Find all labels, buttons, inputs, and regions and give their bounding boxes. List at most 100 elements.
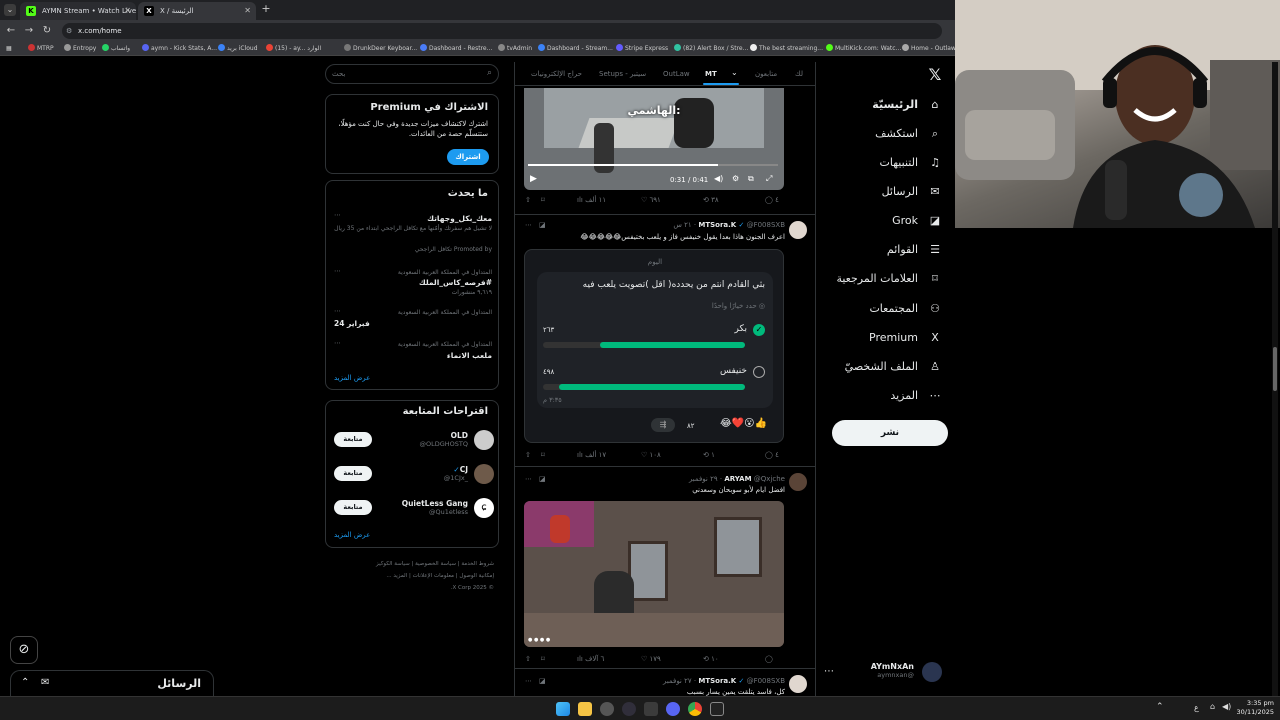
- tab-following[interactable]: متابعون: [755, 70, 777, 78]
- share-icon[interactable]: ⇧: [525, 451, 531, 459]
- nav-item-home[interactable]: الرئيسيّة ⌂: [872, 94, 942, 116]
- retweet-button[interactable]: ⟲ ١: [703, 451, 715, 459]
- author-handle[interactable]: @Qxjche: [754, 475, 785, 483]
- reply-button[interactable]: ◯ ٤: [765, 196, 779, 204]
- forward-icon[interactable]: →: [22, 24, 36, 38]
- app-icon[interactable]: [600, 702, 614, 716]
- chrome-icon[interactable]: [688, 702, 702, 716]
- post-button[interactable]: نشر: [832, 420, 948, 446]
- footer-link[interactable]: المزيد ...: [386, 573, 407, 579]
- follow-button[interactable]: متابعة: [334, 500, 372, 515]
- footer-link[interactable]: سياسة الكوكيز: [376, 561, 410, 567]
- site-info-icon[interactable]: ⚙: [66, 23, 72, 39]
- footer-link[interactable]: إمكانية الوصول: [459, 573, 494, 579]
- bookmark[interactable]: Dashboard - Stream...: [538, 44, 613, 54]
- nav-item-more[interactable]: المزيد ⋯: [890, 385, 942, 407]
- grok-float-button[interactable]: ⊘: [10, 636, 38, 664]
- trend-item[interactable]: ⋯ المتداول في المملكة العربية السعودية ف…: [334, 307, 492, 333]
- chevron-down-icon[interactable]: ⌄: [731, 68, 738, 77]
- more-options-icon[interactable]: ⋯: [334, 211, 341, 219]
- bookmark[interactable]: Home - Outlaw: [902, 44, 956, 54]
- new-tab-button[interactable]: +: [260, 3, 272, 15]
- windows-start-icon[interactable]: [556, 702, 570, 716]
- pip-icon[interactable]: ⧉: [748, 174, 754, 184]
- nav-item-profile[interactable]: الملف الشخصيّ ♙: [845, 356, 942, 378]
- share-icon[interactable]: ⇧: [525, 196, 531, 204]
- cmd-icon[interactable]: [710, 702, 724, 716]
- show-more-link[interactable]: عرض المزيد: [334, 374, 370, 382]
- like-button[interactable]: ♡ ٦٩١: [641, 196, 661, 204]
- reactions[interactable]: 😂❤️😮👍: [720, 418, 767, 429]
- like-button[interactable]: ♡ ١٧٩: [641, 655, 661, 663]
- nav-item-bell[interactable]: التنبيهات ♫: [880, 152, 942, 174]
- retweet-button[interactable]: ⟲ ٣٨: [703, 196, 719, 204]
- apps-icon[interactable]: ▦: [6, 44, 12, 54]
- author-handle[interactable]: @F008SXB: [747, 677, 785, 685]
- tweet-time[interactable]: ٢٧ نوفمبر: [663, 677, 692, 685]
- grok-icon[interactable]: ◪: [539, 221, 546, 229]
- bookmark[interactable]: aymn - Kick Stats, A...: [142, 44, 217, 54]
- bookmark[interactable]: (82) Alert Box / Stre...: [674, 44, 748, 54]
- tweet-time[interactable]: ٢١ س: [673, 221, 691, 229]
- tab-electronics[interactable]: حراج الإلكترونيات: [531, 70, 582, 78]
- follow-suggestion[interactable]: متابعة ɕ QuietLess Gang @Qu1etless: [334, 497, 494, 521]
- bookmark[interactable]: بريد iCloud: [218, 44, 258, 54]
- views-count[interactable]: ılı ١٧ ألف: [577, 451, 606, 459]
- search-input[interactable]: ⌕ بحث: [325, 64, 499, 84]
- nav-item-x-logo[interactable]: Premium X: [869, 327, 942, 349]
- network-icon[interactable]: ⌂: [1210, 702, 1215, 711]
- clock[interactable]: 3:35 pm 30/11/2025: [1234, 699, 1274, 717]
- footer-link[interactable]: معلومات الإعلانات: [413, 573, 454, 579]
- follow-button[interactable]: متابعة: [334, 466, 372, 481]
- video-progress[interactable]: [528, 164, 778, 166]
- show-more-link[interactable]: عرض المزيد: [334, 531, 370, 539]
- bookmark[interactable]: MTRP: [28, 44, 54, 54]
- reply-button[interactable]: ◯: [765, 655, 773, 663]
- video-player[interactable]: ● ● ● ●: [524, 501, 784, 647]
- share-reaction-icon[interactable]: ⇶: [651, 418, 675, 432]
- retweet-button[interactable]: ⟲ ١٠: [703, 655, 719, 663]
- more-options-icon[interactable]: ⋯: [525, 221, 532, 229]
- nav-item-list[interactable]: القوائم ☰: [887, 239, 942, 261]
- nav-item-search[interactable]: استكشف ⌕: [875, 123, 942, 145]
- author-name[interactable]: MTSora.K: [698, 677, 736, 685]
- nav-item-communities[interactable]: المجتمعات ⚇: [869, 298, 942, 320]
- new-message-icon[interactable]: ✉: [41, 677, 49, 688]
- tweet[interactable]: ⋯ ◪ MTSora.K ✓ @F008SXB · ٢١ س اعرف الجن…: [515, 215, 815, 465]
- bookmark[interactable]: tvAdmin: [498, 44, 532, 54]
- scrollbar-thumb[interactable]: [1273, 347, 1277, 391]
- bookmark[interactable]: The best streaming...: [750, 44, 823, 54]
- footer-link[interactable]: سياسة الخصوصية: [415, 561, 456, 567]
- bookmark[interactable]: (15) - ay... الوارد: [266, 44, 321, 54]
- follow-suggestion[interactable]: متابعة ✓CJ @1CJx_: [334, 463, 494, 487]
- more-options-icon[interactable]: ⋯: [334, 339, 341, 347]
- language-indicator[interactable]: ع: [1194, 703, 1199, 712]
- x-logo-icon[interactable]: 𝕏: [926, 66, 944, 84]
- bookmark[interactable]: Dashboard - Restre...: [420, 44, 492, 54]
- trend-item[interactable]: ⋯ المتداول في المملكة العربية السعودية #…: [334, 267, 492, 301]
- tray-chevron-icon[interactable]: ⌃: [1156, 702, 1164, 712]
- more-options-icon[interactable]: ⋯: [824, 666, 834, 677]
- bookmark[interactable]: MultiKick.com: Watc...: [826, 44, 901, 54]
- video-player[interactable]: الهاشمي: ▶ 0:31 / 0:41 ◀) ⚙ ⧉ ⤢: [524, 88, 784, 190]
- poll-option[interactable]: ✓ بكر ٢٦٣: [543, 324, 767, 350]
- close-icon[interactable]: ✕: [244, 2, 251, 20]
- subscribe-button[interactable]: اشتراك: [447, 149, 489, 165]
- tab-mt[interactable]: MT: [705, 70, 717, 78]
- tab-search-icon[interactable]: ⌄: [4, 4, 16, 16]
- volume-icon[interactable]: ◀): [714, 174, 723, 183]
- nav-item-grok[interactable]: Grok ◪: [892, 210, 942, 232]
- file-explorer-icon[interactable]: [578, 702, 592, 716]
- share-icon[interactable]: ⇧: [525, 655, 531, 663]
- url-bar[interactable]: ⚙ x.com/home: [62, 23, 942, 39]
- views-count[interactable]: ılı ١١ ألف: [577, 196, 606, 204]
- bookmark-icon[interactable]: ⌑: [541, 196, 545, 204]
- tab-for-you[interactable]: لك: [795, 70, 803, 78]
- more-options-icon[interactable]: ⋯: [334, 307, 341, 315]
- tweet[interactable]: ⋯ ◪ MTSora.K ✓ @F008SXB · ٢٧ نوفمبر كل، …: [515, 669, 815, 696]
- author-name[interactable]: MTSora.K: [698, 221, 736, 229]
- settings-icon[interactable]: ⚙: [732, 174, 739, 183]
- more-options-icon[interactable]: ⋯: [525, 475, 532, 483]
- bookmark-icon[interactable]: ⌑: [541, 655, 545, 663]
- bookmark[interactable]: Stripe Express: [616, 44, 668, 54]
